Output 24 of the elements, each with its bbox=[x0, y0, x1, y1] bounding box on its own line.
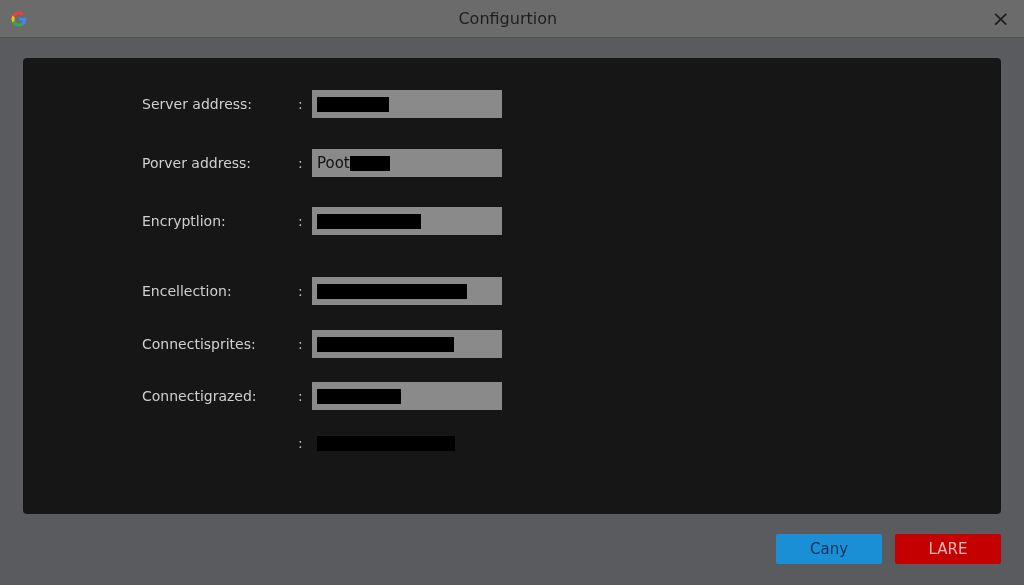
input-field[interactable] bbox=[312, 90, 502, 118]
field-label: Porver address: bbox=[142, 155, 253, 171]
colon: : bbox=[298, 96, 304, 112]
input-field[interactable] bbox=[312, 207, 502, 235]
input-field[interactable]: Poot bbox=[312, 149, 502, 177]
field-label: Encellection: bbox=[142, 283, 233, 299]
colon: : bbox=[298, 283, 304, 299]
input-field[interactable] bbox=[312, 382, 502, 410]
colon: : bbox=[298, 388, 304, 404]
field-label: Server address: bbox=[142, 96, 254, 112]
field-label: Connectisprites: bbox=[142, 336, 257, 352]
input-field[interactable] bbox=[312, 277, 502, 305]
colon: : bbox=[298, 155, 304, 171]
colon: : bbox=[298, 213, 304, 229]
input-field[interactable] bbox=[312, 330, 502, 358]
primary-button[interactable]: Cany bbox=[776, 534, 882, 564]
field-label: Encryptlion: bbox=[142, 213, 227, 229]
danger-button[interactable]: LARE bbox=[895, 534, 1001, 564]
g-logo-icon bbox=[10, 9, 28, 28]
window-title: Configurtion bbox=[457, 9, 559, 28]
close-button[interactable]: × bbox=[987, 6, 1014, 31]
colon: : bbox=[298, 336, 304, 352]
field-label: Connectigrazed: bbox=[142, 388, 258, 404]
colon: : bbox=[298, 435, 304, 451]
